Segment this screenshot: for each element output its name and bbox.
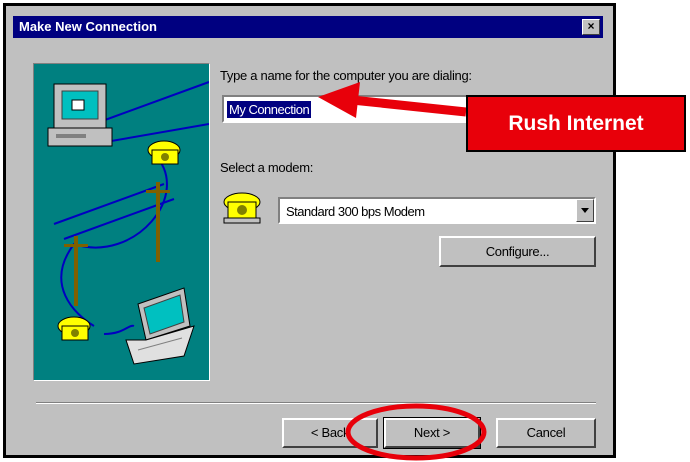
annotation-overlay xyxy=(318,82,487,461)
highlight-circle-icon xyxy=(345,403,487,461)
arrow-icon xyxy=(318,82,467,118)
rush-internet-callout: Rush Internet xyxy=(466,95,686,152)
